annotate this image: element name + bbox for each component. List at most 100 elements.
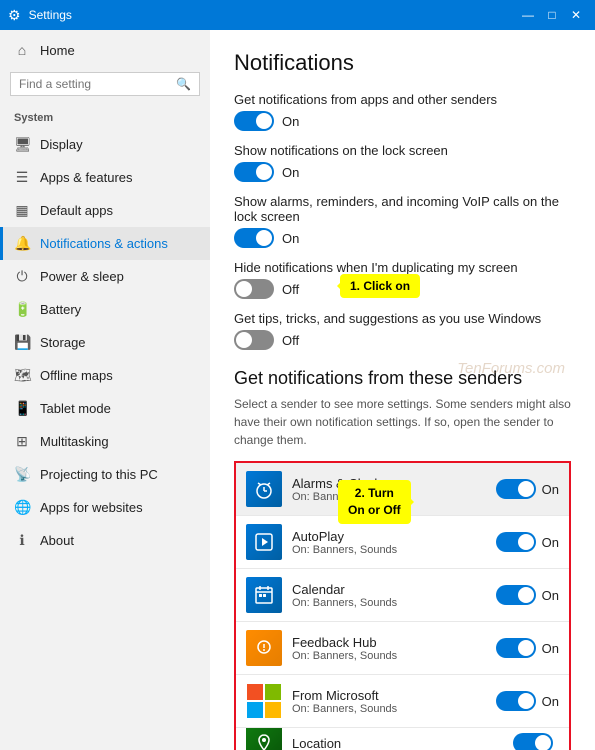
sidebar-item-home[interactable]: ⌂ Home xyxy=(0,34,210,66)
toggle-state: Off xyxy=(282,333,299,348)
toggle-sender-calendar[interactable] xyxy=(496,585,536,605)
sidebar-item-default-apps[interactable]: ▦ Default apps xyxy=(0,194,210,227)
sidebar-item-label: Notifications & actions xyxy=(40,236,168,251)
sender-status: On: Banners, Sounds xyxy=(292,544,486,556)
maps-icon: 🗺 xyxy=(14,367,30,384)
sidebar-item-label: Tablet mode xyxy=(40,401,111,416)
titlebar-title: Settings xyxy=(29,8,517,22)
toggle-row-apps-senders: Get notifications from apps and other se… xyxy=(234,92,571,131)
sender-name: Feedback Hub xyxy=(292,635,486,650)
sender-toggle-microsoft: On xyxy=(496,691,559,711)
sidebar-item-label: About xyxy=(40,533,74,548)
content-area: 1. Click on 2. Turn On or Off Notificati… xyxy=(210,30,595,750)
sidebar-item-apps-features[interactable]: ☰ Apps & features xyxy=(0,161,210,194)
sender-info: Calendar On: Banners, Sounds xyxy=(292,582,486,609)
toggle-lock-screen[interactable] xyxy=(234,162,274,182)
search-box: 🔍 xyxy=(10,72,200,96)
sender-name: Calendar xyxy=(292,582,486,597)
sidebar-item-power-sleep[interactable]: ⏻ Power & sleep xyxy=(0,260,210,293)
toggle-state: On xyxy=(542,535,559,550)
sidebar: ⌂ Home 🔍 System 🖥 Display ☰ Apps & featu… xyxy=(0,30,210,750)
toggle-tips[interactable] xyxy=(234,330,274,350)
toggle-state: On xyxy=(542,641,559,656)
calendar-icon xyxy=(246,577,282,613)
sender-item-feedback-hub[interactable]: Feedback Hub On: Banners, Sounds On xyxy=(236,622,569,675)
search-icon: 🔍 xyxy=(176,77,191,91)
multitasking-icon: ⊞ xyxy=(14,433,30,450)
toggle-control: On xyxy=(234,228,571,248)
search-input[interactable] xyxy=(19,77,172,91)
sidebar-item-label: Battery xyxy=(40,302,81,317)
sidebar-item-label: Power & sleep xyxy=(40,269,124,284)
sender-item-autoplay[interactable]: AutoPlay On: Banners, Sounds On xyxy=(236,516,569,569)
app-body: ⌂ Home 🔍 System 🖥 Display ☰ Apps & featu… xyxy=(0,30,595,750)
toggle-control: On xyxy=(234,162,571,182)
toggle-duplicating[interactable] xyxy=(234,279,274,299)
sender-status: On: Banners, Sounds xyxy=(292,703,486,715)
display-icon: 🖥 xyxy=(14,136,30,153)
toggle-sender-alarms[interactable] xyxy=(496,479,536,499)
toggle-state: On xyxy=(282,231,299,246)
minimize-button[interactable]: — xyxy=(517,4,539,26)
tablet-icon: 📱 xyxy=(14,400,30,417)
page-title: Notifications xyxy=(234,50,571,76)
projecting-icon: 📡 xyxy=(14,466,30,483)
senders-section-title: Get notifications from these senders xyxy=(234,368,571,389)
sender-info: AutoPlay On: Banners, Sounds xyxy=(292,529,486,556)
sender-toggle-location xyxy=(513,733,559,750)
power-icon: ⏻ xyxy=(14,268,30,285)
web-icon: 🌐 xyxy=(14,499,30,516)
sender-status: On: Banners, Sounds xyxy=(292,597,486,609)
toggle-control: On xyxy=(234,111,571,131)
sender-toggle-feedback: On xyxy=(496,638,559,658)
sidebar-item-tablet-mode[interactable]: 📱 Tablet mode xyxy=(0,392,210,425)
sender-item-calendar[interactable]: Calendar On: Banners, Sounds On xyxy=(236,569,569,622)
toggle-alarms-lock[interactable] xyxy=(234,228,274,248)
sidebar-item-multitasking[interactable]: ⊞ Multitasking xyxy=(0,425,210,458)
sender-toggle-calendar: On xyxy=(496,585,559,605)
sender-item-from-microsoft[interactable]: From Microsoft On: Banners, Sounds On xyxy=(236,675,569,728)
toggle-state: Off xyxy=(282,282,299,297)
sidebar-item-label: Apps & features xyxy=(40,170,133,185)
maximize-button[interactable]: □ xyxy=(541,4,563,26)
sidebar-item-apps-websites[interactable]: 🌐 Apps for websites xyxy=(0,491,210,524)
toggle-state: On xyxy=(542,588,559,603)
sender-toggle-alarms: On xyxy=(496,479,559,499)
toggle-state: On xyxy=(282,165,299,180)
sender-item-location[interactable]: Location xyxy=(236,728,569,750)
sidebar-item-storage[interactable]: 💾 Storage xyxy=(0,326,210,359)
toggle-row-alarms-lock: Show alarms, reminders, and incoming VoI… xyxy=(234,194,571,248)
toggle-label: Get tips, tricks, and suggestions as you… xyxy=(234,311,571,326)
toggle-label: Hide notifications when I'm duplicating … xyxy=(234,260,571,275)
sender-name: Location xyxy=(292,736,503,750)
toggle-row-tips: Get tips, tricks, and suggestions as you… xyxy=(234,311,571,350)
sender-info: Feedback Hub On: Banners, Sounds xyxy=(292,635,486,662)
sender-info: From Microsoft On: Banners, Sounds xyxy=(292,688,486,715)
sidebar-item-projecting[interactable]: 📡 Projecting to this PC xyxy=(0,458,210,491)
sidebar-item-display[interactable]: 🖥 Display xyxy=(0,128,210,161)
sidebar-item-notifications[interactable]: 🔔 Notifications & actions xyxy=(0,227,210,260)
senders-section-desc: Select a sender to see more settings. So… xyxy=(234,395,571,449)
toggle-apps-senders[interactable] xyxy=(234,111,274,131)
home-icon: ⌂ xyxy=(14,42,30,58)
storage-icon: 💾 xyxy=(14,334,30,351)
titlebar: ⚙ Settings — □ ✕ xyxy=(0,0,595,30)
toggle-sender-autoplay[interactable] xyxy=(496,532,536,552)
toggle-label: Show notifications on the lock screen xyxy=(234,143,571,158)
autoplay-icon xyxy=(246,524,282,560)
close-button[interactable]: ✕ xyxy=(565,4,587,26)
feedback-icon xyxy=(246,630,282,666)
alarms-clock-icon xyxy=(246,471,282,507)
apps-icon: ☰ xyxy=(14,169,30,186)
sidebar-item-about[interactable]: ℹ About xyxy=(0,524,210,557)
default-apps-icon: ▦ xyxy=(14,202,30,219)
toggle-sender-location[interactable] xyxy=(513,733,553,750)
toggle-sender-microsoft[interactable] xyxy=(496,691,536,711)
about-icon: ℹ xyxy=(14,532,30,549)
callout-click-on: 1. Click on xyxy=(340,274,420,298)
sidebar-item-label: Default apps xyxy=(40,203,113,218)
sidebar-item-offline-maps[interactable]: 🗺 Offline maps xyxy=(0,359,210,392)
toggle-state: On xyxy=(282,114,299,129)
toggle-sender-feedback[interactable] xyxy=(496,638,536,658)
sidebar-item-battery[interactable]: 🔋 Battery xyxy=(0,293,210,326)
